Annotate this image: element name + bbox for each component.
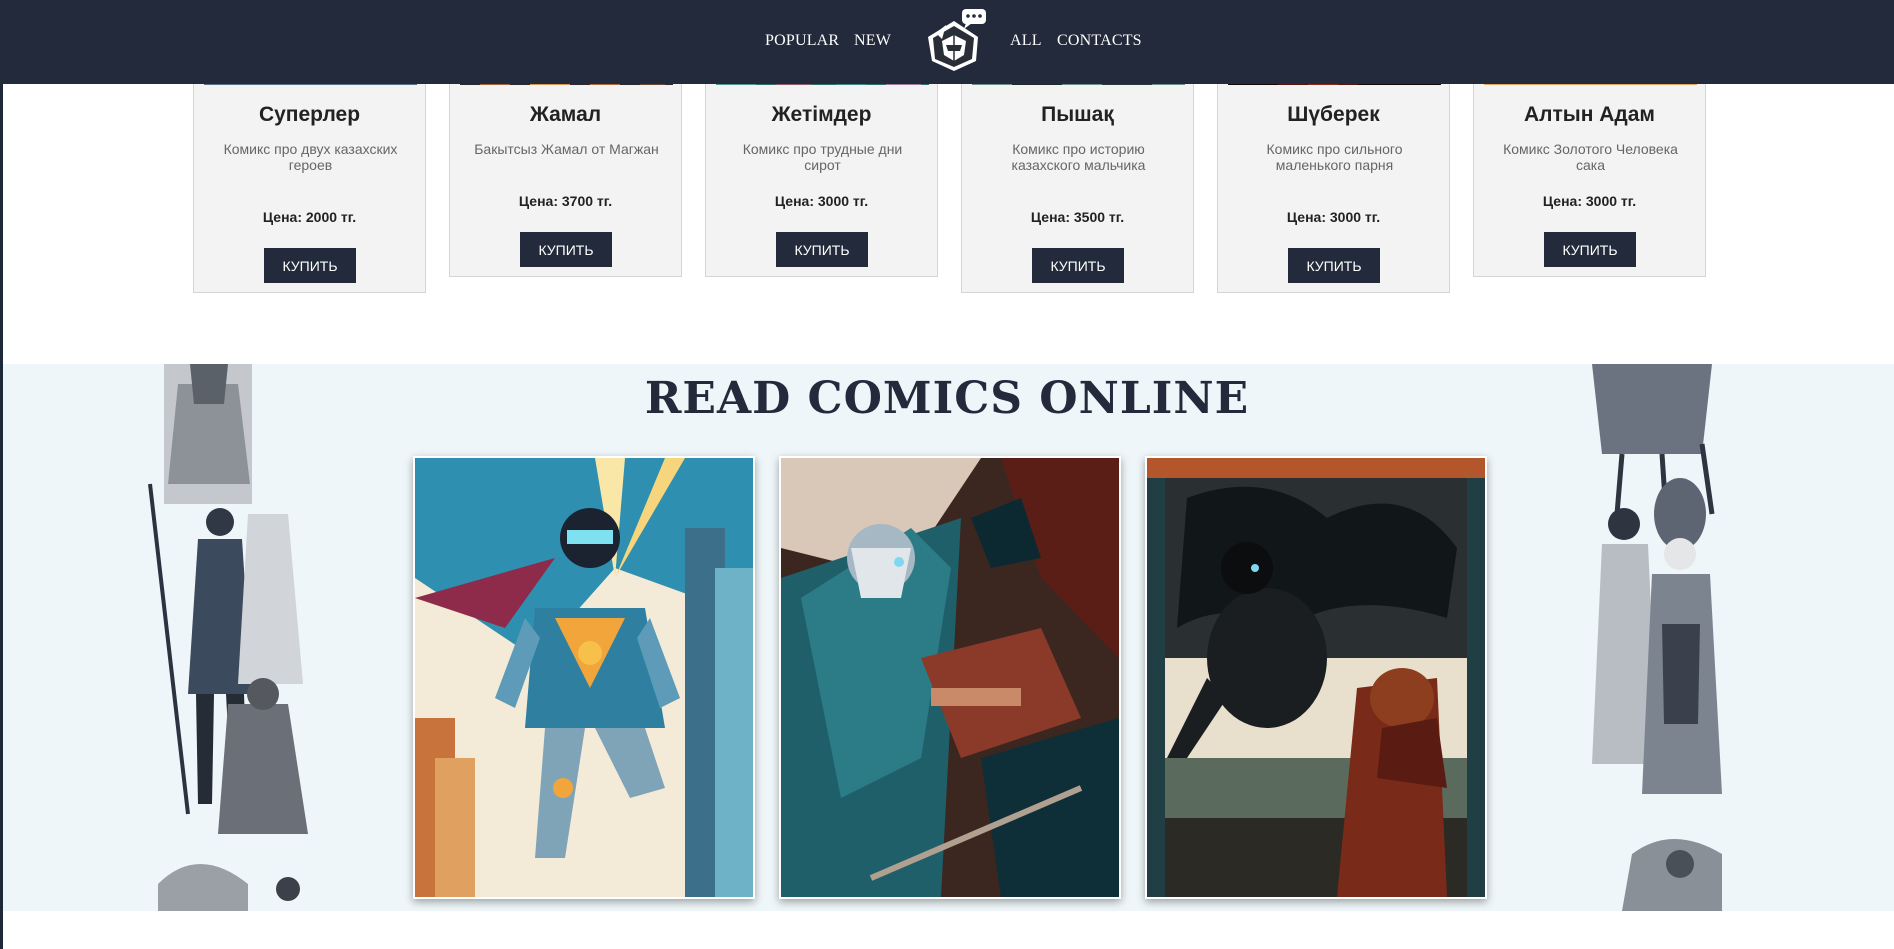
comic-cover-link[interactable] — [1145, 456, 1487, 899]
site-logo-icon[interactable] — [918, 5, 990, 73]
buy-button[interactable]: КУПИТЬ — [1032, 248, 1124, 283]
product-title: Шүберек — [1287, 103, 1380, 126]
dark-creature-woman-cover-image — [1147, 458, 1485, 897]
product-price: Цена: 3000 тг. — [1542, 193, 1637, 209]
product-description: Комикс Золотого Человека сака — [1503, 141, 1678, 173]
nav-contacts[interactable]: CONTACTS — [1057, 32, 1142, 50]
comic-cover-link[interactable] — [779, 456, 1121, 899]
product-title: Жамал — [529, 103, 602, 126]
right-characters-illustration — [1592, 364, 1722, 911]
product-description: Комикс про трудные дни сирот — [742, 141, 903, 173]
site-header: POPULAR NEW ALL CONTACTS — [0, 0, 1894, 84]
product-price: Цена: 3000 тг. — [774, 193, 869, 209]
product-description: Комикс про историю казахского мальчика — [1011, 141, 1146, 173]
product-title: Пышақ — [1041, 103, 1114, 126]
buy-button[interactable]: КУПИТЬ — [264, 248, 356, 283]
buy-button[interactable]: КУПИТЬ — [1288, 248, 1380, 283]
buy-button[interactable]: КУПИТЬ — [1544, 232, 1636, 267]
left-characters-illustration — [148, 364, 308, 911]
product-price: Цена: 2000 тг. — [262, 209, 357, 225]
product-card: Жетімдер Комикс про трудные дни сирот Це… — [705, 62, 938, 277]
product-title: Суперлер — [258, 103, 361, 126]
product-price: Цена: 3500 тг. — [1030, 209, 1125, 225]
product-card: Шүберек Комикс про сильного маленького п… — [1217, 62, 1450, 293]
superhero-city-cover-image — [415, 458, 753, 897]
product-price: Цена: 3000 тг. — [1286, 209, 1381, 225]
product-description: Комикс про сильного маленького парня — [1266, 141, 1403, 173]
product-title: Жетімдер — [771, 103, 872, 126]
buy-button[interactable]: КУПИТЬ — [776, 232, 868, 267]
old-warrior-battle-cover-image — [781, 458, 1119, 897]
product-description: Комикс про двух казахских героев — [223, 141, 398, 173]
product-card: Пышақ Комикс про историю казахского маль… — [961, 62, 1194, 293]
product-description: Бакытсыз Жамал от Магжан — [474, 141, 659, 157]
product-card: Жамал Бакытсыз Жамал от Магжан Цена: 370… — [449, 62, 682, 277]
nav-all[interactable]: ALL — [1010, 32, 1042, 50]
buy-button[interactable]: КУПИТЬ — [520, 232, 612, 267]
nav-popular[interactable]: POPULAR — [765, 32, 839, 50]
product-card: Алтын Адам Комикс Золотого Человека сака… — [1473, 62, 1706, 277]
product-title: Алтын Адам — [1524, 103, 1655, 126]
comic-cover-link[interactable] — [413, 456, 755, 899]
product-price: Цена: 3700 тг. — [518, 193, 613, 209]
nav-new[interactable]: NEW — [854, 32, 891, 50]
product-card: Суперлер Комикс про двух казахских герое… — [193, 62, 426, 293]
